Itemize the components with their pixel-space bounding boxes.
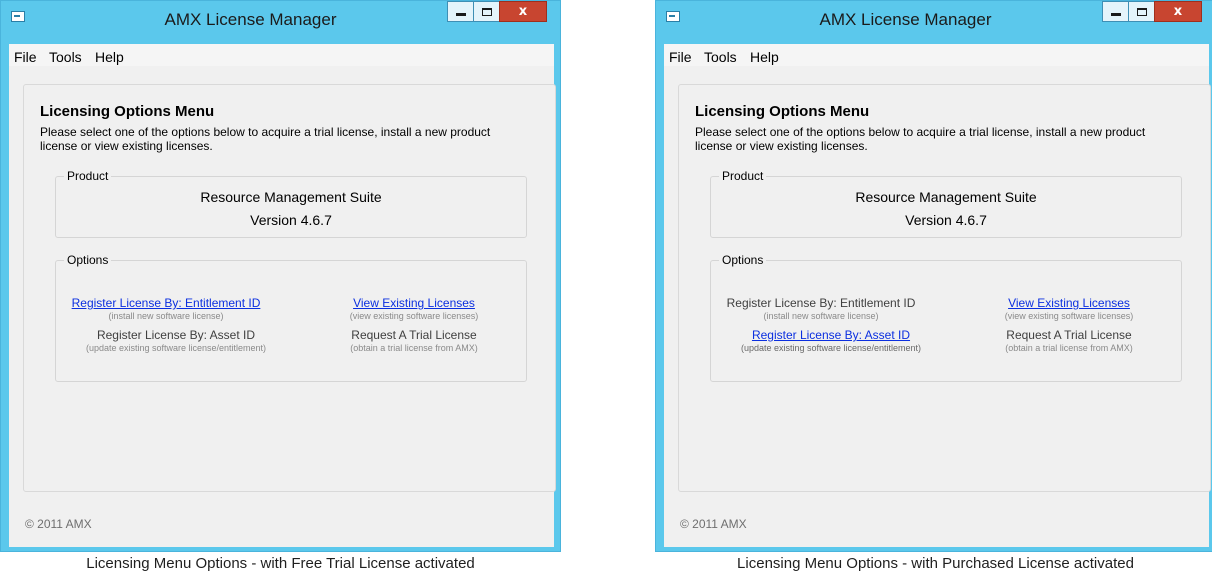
register-asset-hint: (update existing software license/entitl… (740, 343, 922, 353)
option-entitlement: Register License By: Entitlement ID (ins… (721, 296, 921, 321)
close-button[interactable]: x (1154, 1, 1202, 22)
product-group: Product Resource Management Suite Versio… (710, 169, 1182, 238)
option-asset: Register License By: Asset ID (update ex… (56, 328, 296, 353)
view-licenses-hint: (view existing software licenses) (1004, 311, 1134, 321)
figure-caption: Licensing Menu Options - with Purchased … (737, 555, 1134, 572)
option-asset[interactable]: Register License By: Asset ID (update ex… (711, 328, 951, 353)
product-name: Resource Management Suite (200, 189, 382, 205)
product-group: Product Resource Management Suite Versio… (55, 169, 527, 238)
product-group-label: Product (719, 169, 767, 183)
minimize-button[interactable] (1102, 1, 1129, 22)
register-entitlement-hint: (install new software license) (763, 311, 879, 321)
menu-tools[interactable]: Tools (49, 49, 82, 65)
minimize-icon (455, 12, 466, 16)
option-view[interactable]: View Existing Licenses (view existing so… (318, 296, 510, 321)
product-name: Resource Management Suite (855, 189, 1037, 205)
menu-bar: File Tools Help (9, 44, 554, 66)
client-area: File Tools Help Licensing Options Menu P… (664, 44, 1211, 547)
title-bar[interactable]: AMX License Manager x (1, 1, 560, 37)
register-asset-link[interactable]: Register License By: Asset ID (711, 328, 951, 342)
request-trial-label: Request A Trial License (1006, 328, 1132, 342)
licensing-options-panel: Licensing Options Menu Please select one… (678, 84, 1211, 492)
client-area: File Tools Help Licensing Options Menu P… (9, 44, 556, 547)
licensing-options-panel: Licensing Options Menu Please select one… (23, 84, 556, 492)
register-asset-label: Register License By: Asset ID (96, 328, 256, 342)
maximize-icon (1136, 7, 1147, 16)
option-view[interactable]: View Existing Licenses (view existing so… (973, 296, 1165, 321)
minimize-button[interactable] (447, 1, 474, 22)
maximize-button[interactable] (1128, 1, 1155, 22)
request-trial-hint: (obtain a trial license from AMX) (350, 343, 478, 353)
view-licenses-link[interactable]: View Existing Licenses (318, 296, 510, 310)
register-entitlement-link[interactable]: Register License By: Entitlement ID (66, 296, 266, 310)
figure-caption: Licensing Menu Options - with Free Trial… (86, 555, 475, 572)
maximize-icon (481, 7, 492, 16)
view-licenses-hint: (view existing software licenses) (349, 311, 479, 321)
maximize-button[interactable] (473, 1, 500, 22)
request-trial-label: Request A Trial License (351, 328, 477, 342)
close-icon: x (518, 4, 528, 19)
option-entitlement[interactable]: Register License By: Entitlement ID (ins… (66, 296, 266, 321)
description-text: Please select one of the options below t… (40, 125, 491, 153)
copyright-text: © 2011 AMX (25, 517, 92, 531)
options-group: Options Register License By: Entitlement… (55, 253, 527, 382)
minimize-icon (1110, 12, 1121, 16)
title-bar[interactable]: AMX License Manager x (656, 1, 1212, 37)
register-entitlement-hint: (install new software license) (108, 311, 224, 321)
view-licenses-link[interactable]: View Existing Licenses (973, 296, 1165, 310)
page-title: Licensing Options Menu (695, 103, 870, 120)
menu-bar: File Tools Help (664, 44, 1209, 66)
menu-file[interactable]: File (669, 49, 692, 65)
request-trial-hint: (obtain a trial license from AMX) (1005, 343, 1133, 353)
product-version: Version 4.6.7 (250, 212, 332, 228)
close-button[interactable]: x (499, 1, 547, 22)
options-group-label: Options (64, 253, 112, 267)
product-group-label: Product (64, 169, 112, 183)
license-manager-window: AMX License Manager x File Tools Help Li… (0, 0, 561, 552)
copyright-text: © 2011 AMX (680, 517, 747, 531)
description-text: Please select one of the options below t… (695, 125, 1146, 153)
menu-help[interactable]: Help (95, 49, 124, 65)
close-icon: x (1173, 4, 1183, 19)
option-trial: Request A Trial License (obtain a trial … (318, 328, 510, 353)
option-trial: Request A Trial License (obtain a trial … (973, 328, 1165, 353)
register-entitlement-label: Register License By: Entitlement ID (726, 296, 916, 310)
license-manager-window: AMX License Manager x File Tools Help Li… (655, 0, 1212, 552)
options-group-label: Options (719, 253, 767, 267)
menu-help[interactable]: Help (750, 49, 779, 65)
page-title: Licensing Options Menu (40, 103, 215, 120)
product-version: Version 4.6.7 (905, 212, 987, 228)
options-group: Options Register License By: Entitlement… (710, 253, 1182, 382)
register-asset-hint: (update existing software license/entitl… (85, 343, 267, 353)
menu-file[interactable]: File (14, 49, 37, 65)
menu-tools[interactable]: Tools (704, 49, 737, 65)
